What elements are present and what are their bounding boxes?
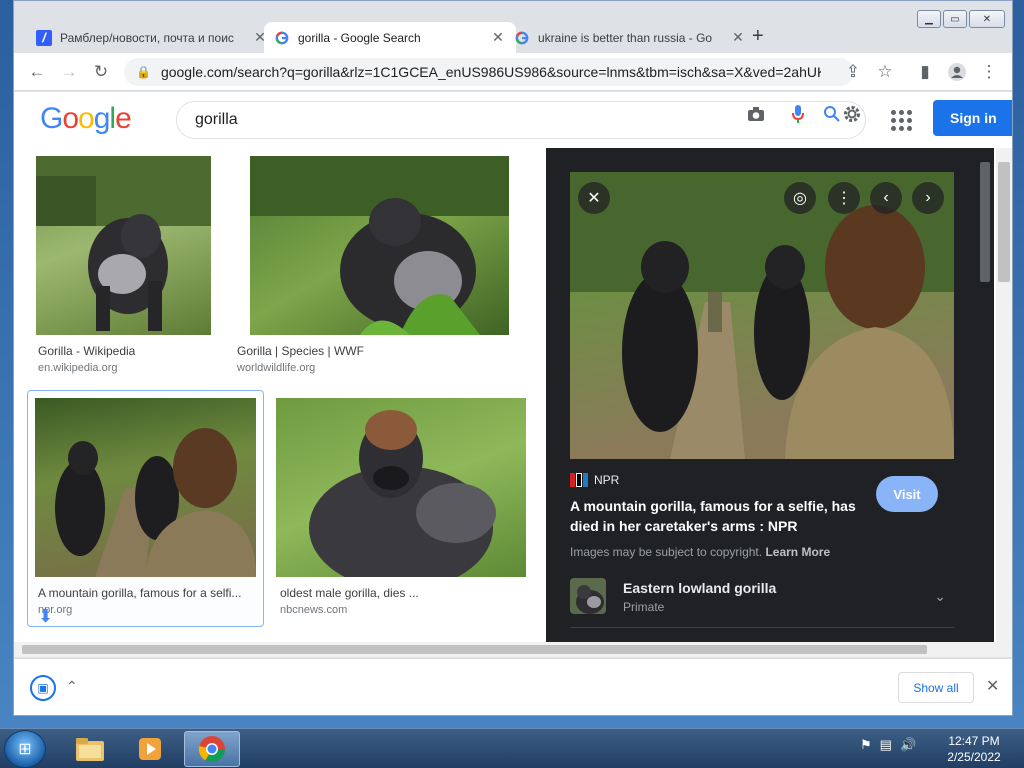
browser-toolbar: ← → ↻ 🔒 google.com/search?q=gorilla&rlz=… <box>14 53 1012 91</box>
search-query: gorilla <box>195 111 238 128</box>
result-source: nbcnews.com <box>280 604 348 616</box>
chevron-down-icon[interactable]: ⌄ <box>934 588 946 605</box>
google-logo[interactable]: Google <box>40 102 132 136</box>
microphone-icon[interactable] <box>786 102 810 126</box>
download-file-icon[interactable]: ▣ <box>30 675 56 701</box>
system-tray: ⚑ ▤ 🔊 <box>860 737 916 753</box>
lock-icon: 🔒 <box>136 65 151 79</box>
start-button[interactable]: ⊞ <box>4 730 46 768</box>
chevron-up-icon[interactable]: ⌃ <box>66 678 78 695</box>
page-scrollbar-thumb[interactable] <box>998 162 1010 282</box>
apps-grid-icon[interactable] <box>888 107 914 133</box>
reload-icon[interactable]: ↻ <box>90 61 112 83</box>
camera-icon[interactable] <box>744 102 768 126</box>
copyright-notice: Images may be subject to copyright. Lear… <box>570 545 831 559</box>
more-options-icon[interactable]: ⋮ <box>828 182 860 214</box>
download-arrow-icon: ⬇ <box>38 606 54 626</box>
rambler-icon: / <box>36 29 52 46</box>
result-caption[interactable]: A mountain gorilla, famous for a selfi..… <box>38 586 254 600</box>
preview-source[interactable]: NPR <box>570 473 619 487</box>
show-all-button[interactable]: Show all <box>898 672 974 703</box>
related-thumbnail <box>570 578 606 614</box>
result-source: worldwildlife.org <box>237 362 316 374</box>
new-tab-button[interactable]: + <box>752 25 764 48</box>
network-icon[interactable]: ▤ <box>880 737 892 753</box>
url-text: google.com/search?q=gorilla&rlz=1C1GCEA_… <box>160 64 821 80</box>
side-panel-icon[interactable]: ▮ <box>914 61 936 83</box>
tab-title: gorilla - Google Search <box>298 30 421 45</box>
gear-icon[interactable] <box>840 102 864 126</box>
related-subtitle: Primate <box>623 600 665 614</box>
google-icon <box>514 30 530 46</box>
related-title: Eastern lowland gorilla <box>623 580 777 596</box>
preview-scrollbar-thumb[interactable] <box>980 162 990 282</box>
close-icon[interactable]: ✕ <box>578 182 610 214</box>
visit-button[interactable]: Visit <box>876 476 938 512</box>
profile-icon[interactable] <box>946 61 968 83</box>
media-player-taskbar-button[interactable] <box>122 731 178 767</box>
close-download-shelf-icon[interactable]: ✕ <box>986 676 999 696</box>
npr-logo-icon <box>570 473 589 487</box>
result-caption[interactable]: oldest male gorilla, dies ... <box>280 586 520 600</box>
sign-in-button[interactable]: Sign in <box>933 100 1012 136</box>
volume-icon[interactable]: 🔊 <box>900 737 916 753</box>
tab-strip: / Рамблер/новости, почта и поис ✕ gorill… <box>14 1 1012 53</box>
tab-google-search[interactable]: gorilla - Google Search ✕ <box>264 22 516 53</box>
download-shelf: ▣ ⌃ Show all ✕ <box>14 658 1012 715</box>
system-clock[interactable]: 12:47 PM 2/25/2022 <box>944 733 1004 765</box>
action-center-flag-icon[interactable]: ⚑ <box>860 737 872 753</box>
horizontal-scrollbar-thumb[interactable] <box>22 645 927 654</box>
forward-icon[interactable]: → <box>58 61 80 83</box>
source-name: NPR <box>594 473 620 487</box>
menu-kebab-icon[interactable]: ⋮ <box>978 61 1000 83</box>
explorer-taskbar-button[interactable] <box>62 731 118 767</box>
chrome-taskbar-button[interactable] <box>184 731 240 767</box>
image-preview-panel: ✕ ◎ ⋮ ‹ › NPR A mountain gorilla, famous… <box>546 148 978 642</box>
clock-time: 12:47 PM <box>948 734 1000 748</box>
clock-date: 2/25/2022 <box>947 750 1001 764</box>
tab-ukraine-search[interactable]: ukraine is better than russia - Go ✕ <box>504 22 756 53</box>
minimize-button[interactable]: ▁ <box>917 10 941 28</box>
back-icon[interactable]: ← <box>26 61 48 83</box>
close-window-button[interactable]: ✕ <box>969 10 1005 28</box>
browser-window: / Рамблер/новости, почта и поис ✕ gorill… <box>13 0 1013 716</box>
tab-rambler[interactable]: / Рамблер/новости, почта и поис ✕ <box>26 22 278 53</box>
result-image[interactable] <box>35 398 256 577</box>
tab-title: Рамблер/новости, почта и поис <box>60 30 234 45</box>
result-image[interactable] <box>276 398 526 577</box>
result-caption[interactable]: Gorilla | Species | WWF <box>237 344 497 358</box>
address-bar[interactable]: 🔒 google.com/search?q=gorilla&rlz=1C1GCE… <box>124 58 854 86</box>
result-image[interactable] <box>250 156 509 335</box>
google-icon <box>274 30 290 46</box>
result-source: en.wikipedia.org <box>38 362 118 374</box>
google-header: Google gorilla Sign in <box>14 92 1012 148</box>
lens-search-icon[interactable]: ◎ <box>784 182 816 214</box>
share-icon[interactable]: ⇪ <box>842 61 864 83</box>
google-images-page: Google gorilla Sign in Gorilla - Wikiped… <box>14 92 1012 642</box>
result-image[interactable] <box>36 156 211 335</box>
close-tab-icon[interactable]: ✕ <box>730 29 746 46</box>
next-icon[interactable]: › <box>912 182 944 214</box>
learn-more-link[interactable]: Learn More <box>765 545 830 559</box>
preview-image[interactable] <box>570 172 954 459</box>
maximize-button[interactable]: ▭ <box>943 10 967 28</box>
result-caption[interactable]: Gorilla - Wikipedia <box>38 344 214 358</box>
bookmark-star-icon[interactable]: ☆ <box>874 61 896 83</box>
previous-icon[interactable]: ‹ <box>870 182 902 214</box>
tab-title: ukraine is better than russia - Go <box>538 30 713 45</box>
related-entity[interactable]: Eastern lowland gorilla Primate ⌄ <box>570 578 954 628</box>
image-results-grid: Gorilla - Wikipedia en.wikipedia.org Gor… <box>14 148 544 642</box>
preview-title[interactable]: A mountain gorilla, famous for a selfie,… <box>570 496 870 536</box>
horizontal-scrollbar[interactable] <box>14 642 1012 657</box>
taskbar: ⊞ ⚑ ▤ 🔊 12:47 PM 2/25/2022 <box>0 728 1024 768</box>
